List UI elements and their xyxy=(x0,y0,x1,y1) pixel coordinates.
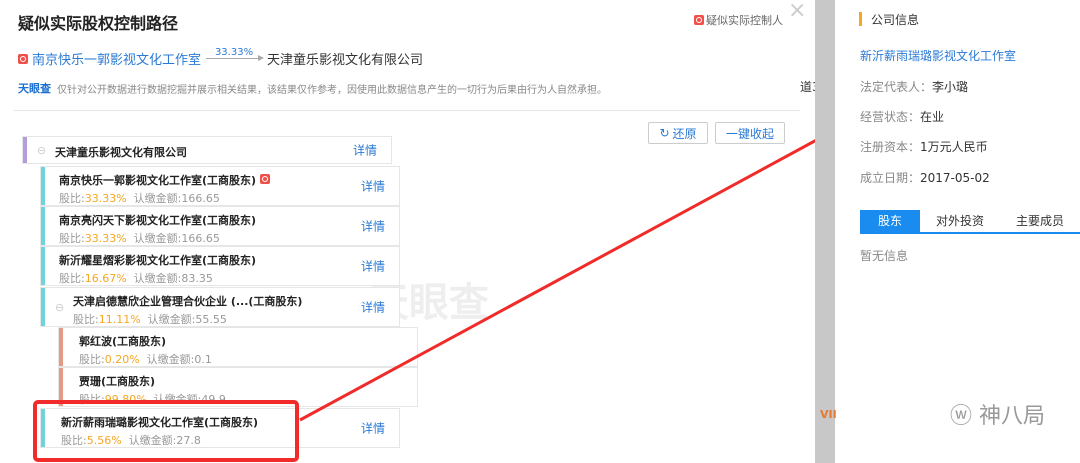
background-fragment: VII xyxy=(820,408,837,421)
value: 在业 xyxy=(920,110,945,124)
value: 1万元人民币 xyxy=(920,140,988,154)
overlay-strip xyxy=(815,0,835,463)
legal-rep: 法定代表人：李小璐 xyxy=(860,78,968,95)
tab-shareholders[interactable]: 股东 xyxy=(860,210,920,232)
watermark: ⓦ 神八局 xyxy=(950,398,1045,430)
capital: 注册资本：1万元人民币 xyxy=(860,138,988,155)
label: 注册资本： xyxy=(860,140,921,154)
watermark-text: 神八局 xyxy=(979,404,1046,429)
label: 法定代表人： xyxy=(860,80,933,94)
value: 李小璐 xyxy=(932,80,969,94)
empty-message: 暂无信息 xyxy=(860,249,909,263)
tab-members[interactable]: 主要成员 xyxy=(1000,210,1080,232)
wechat-icon: ⓦ xyxy=(950,404,973,429)
label: 成立日期： xyxy=(860,171,921,185)
status: 经营状态：在业 xyxy=(860,108,944,125)
company-name-link[interactable]: 新沂薪雨瑞璐影视文化工作室 xyxy=(860,47,1016,64)
company-panel: 公司信息 新沂薪雨瑞璐影视文化工作室 法定代表人：李小璐 经营状态：在业 注册资… xyxy=(835,0,1080,463)
panel-header: 公司信息 xyxy=(871,13,920,27)
value: 2017-05-02 xyxy=(920,171,990,185)
tab-investments[interactable]: 对外投资 xyxy=(920,210,1000,232)
label: 经营状态： xyxy=(860,110,921,124)
tab-bar: 股东 对外投资 主要成员 xyxy=(860,210,1080,234)
founded: 成立日期：2017-05-02 xyxy=(860,169,990,186)
